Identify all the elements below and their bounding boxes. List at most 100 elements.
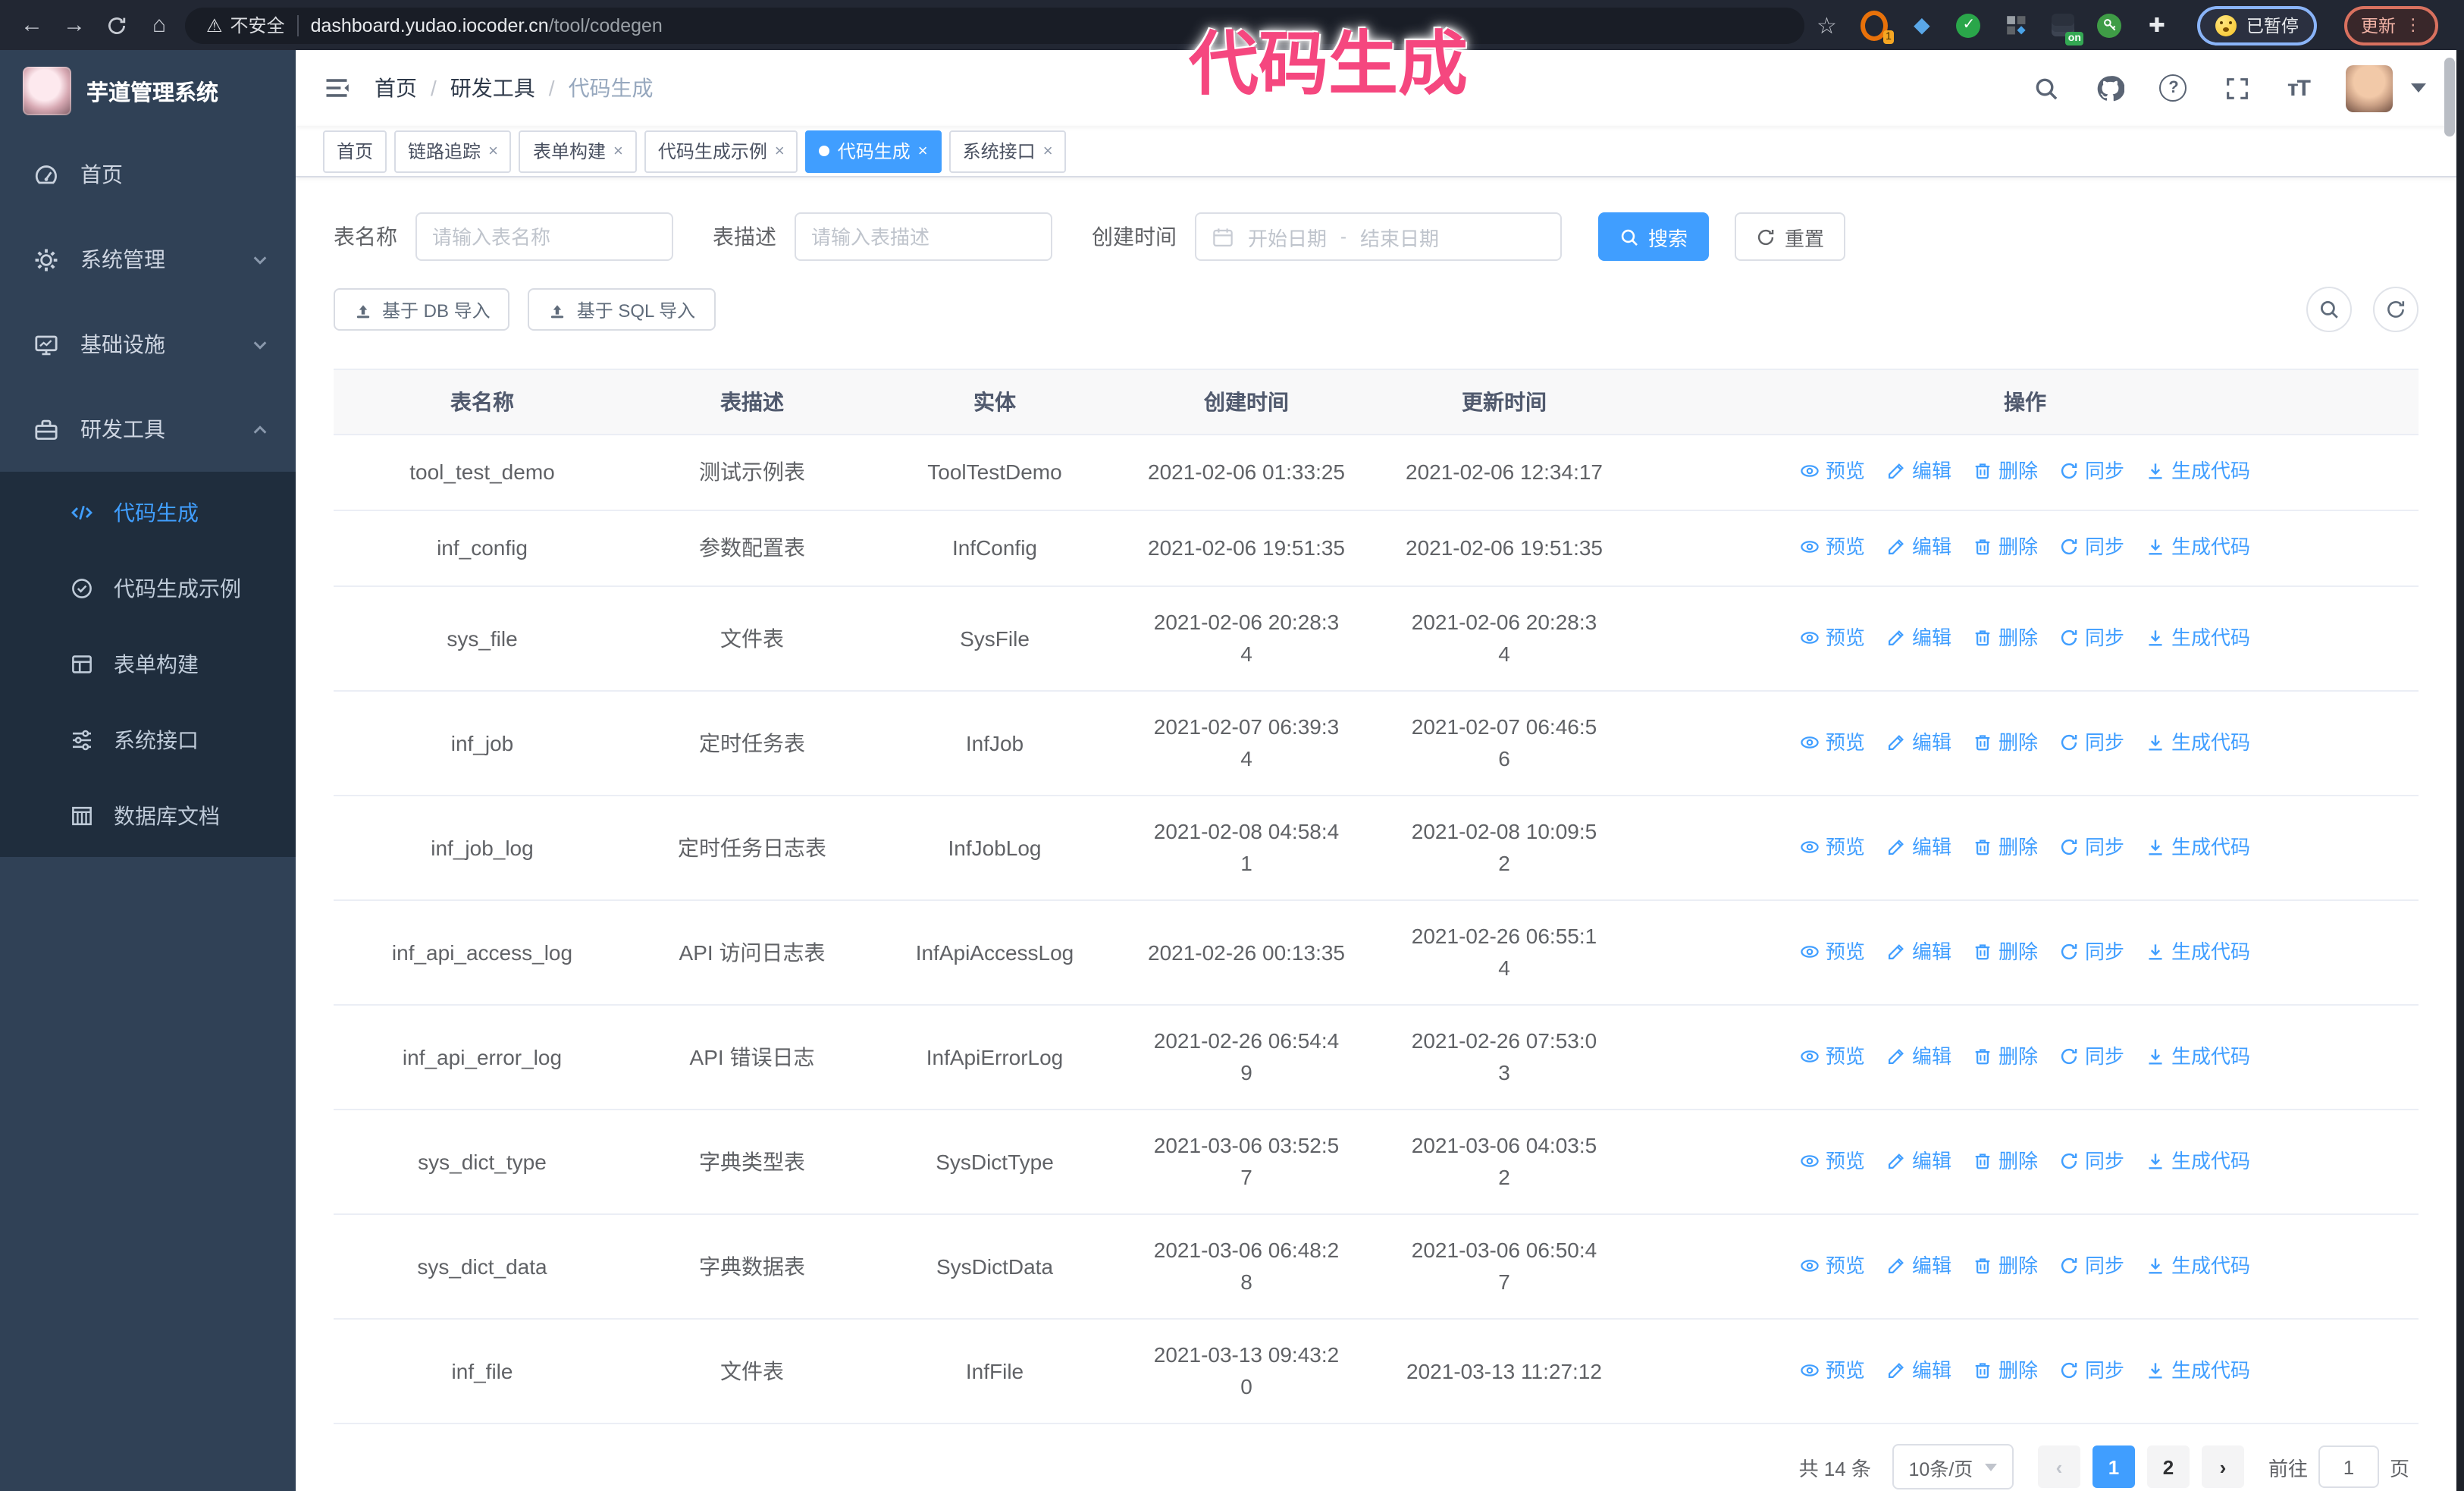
sidebar-item-codegen-example[interactable]: 代码生成示例 [0,551,296,626]
action-delete[interactable]: 删除 [1973,726,2038,758]
action-sync[interactable]: 同步 [2059,531,2124,563]
table-name-input[interactable] [415,212,673,261]
action-eye[interactable]: 预览 [1800,1040,1865,1072]
help-icon[interactable]: ? [2159,74,2187,102]
action-eye[interactable]: 预览 [1800,1249,1865,1281]
close-icon[interactable]: × [613,142,623,160]
search-button[interactable]: 搜索 [1598,212,1710,261]
action-edit[interactable]: 编辑 [1886,455,1951,487]
close-icon[interactable]: × [488,142,498,160]
action-edit[interactable]: 编辑 [1886,1249,1951,1281]
scrollbar-thumb[interactable] [2444,58,2455,137]
breadcrumb-home[interactable]: 首页 [375,73,417,103]
tab-codegen[interactable]: 代码生成 × [805,130,942,172]
action-edit[interactable]: 编辑 [1886,1144,1951,1176]
security-warning[interactable]: ⚠ 不安全 [206,12,285,38]
tab-codegen-example[interactable]: 代码生成示例 × [644,130,798,172]
url-text[interactable]: dashboard.yudao.iocoder.cn/tool/codegen [311,14,663,36]
back-icon[interactable]: ← [15,8,49,42]
next-page-button[interactable]: › [2201,1445,2244,1488]
action-download[interactable]: 生成代码 [2146,621,2250,653]
action-edit[interactable]: 编辑 [1886,830,1951,862]
tab-home[interactable]: 首页 [323,130,387,172]
sidebar-item-system-api[interactable]: 系统接口 [0,702,296,778]
browser-update-button[interactable]: 更新 ⋮ [2343,5,2438,45]
action-edit[interactable]: 编辑 [1886,726,1951,758]
action-eye[interactable]: 预览 [1800,726,1865,758]
action-sync[interactable]: 同步 [2059,1354,2124,1386]
address-bar[interactable]: ⚠ 不安全 dashboard.yudao.iocoder.cn/tool/co… [185,7,1804,43]
page-button-2[interactable]: 2 [2146,1445,2190,1488]
page-size-select[interactable]: 10条/页 [1892,1444,2014,1489]
action-delete[interactable]: 删除 [1973,1040,2038,1072]
action-sync[interactable]: 同步 [2059,726,2124,758]
action-edit[interactable]: 编辑 [1886,935,1951,967]
close-icon[interactable]: × [918,142,928,160]
sidebar-item-devtools[interactable]: 研发工具 [0,387,296,472]
ext-key-icon[interactable] [2096,11,2124,39]
ext-orange-icon[interactable]: 1 [1861,10,1895,43]
action-sync[interactable]: 同步 [2059,1040,2124,1072]
action-eye[interactable]: 预览 [1800,1354,1865,1386]
action-edit[interactable]: 编辑 [1886,621,1951,653]
reset-button[interactable]: 重置 [1735,212,1846,261]
action-eye[interactable]: 预览 [1800,830,1865,862]
home-icon[interactable]: ⌂ [143,8,176,42]
action-download[interactable]: 生成代码 [2146,1249,2250,1281]
action-delete[interactable]: 删除 [1973,531,2038,563]
action-download[interactable]: 生成代码 [2146,531,2250,563]
action-sync[interactable]: 同步 [2059,830,2124,862]
action-sync[interactable]: 同步 [2059,1249,2124,1281]
action-sync[interactable]: 同步 [2059,1144,2124,1176]
table-desc-input[interactable] [795,212,1052,261]
search-icon[interactable] [2033,74,2060,102]
ext-dark-on-icon[interactable]: on [2049,11,2084,45]
extension-paused-pill[interactable]: 已暂停 [2197,5,2317,45]
tab-system-api[interactable]: 系统接口 × [948,130,1067,172]
refresh-table-button[interactable] [2373,287,2419,332]
action-edit[interactable]: 编辑 [1886,1040,1951,1072]
action-sync[interactable]: 同步 [2059,621,2124,653]
close-icon[interactable]: × [775,142,785,160]
action-eye[interactable]: 预览 [1800,531,1865,563]
hamburger-icon[interactable] [323,74,350,102]
import-sql-button[interactable]: 基于 SQL 导入 [528,288,716,331]
action-delete[interactable]: 删除 [1973,1249,2038,1281]
action-edit[interactable]: 编辑 [1886,531,1951,563]
page-button-1[interactable]: 1 [2092,1445,2135,1488]
sidebar-item-form-builder[interactable]: 表单构建 [0,626,296,702]
ext-check-icon[interactable]: ✓ [1955,11,1983,39]
action-delete[interactable]: 删除 [1973,621,2038,653]
app-logo-row[interactable]: 芋道管理系统 [0,50,296,132]
font-size-icon[interactable]: тT [2287,75,2311,101]
github-icon[interactable] [2096,74,2124,102]
action-delete[interactable]: 删除 [1973,1354,2038,1386]
forward-icon[interactable]: → [58,8,91,42]
action-download[interactable]: 生成代码 [2146,1354,2250,1386]
avatar[interactable] [2346,64,2393,111]
bookmark-star-icon[interactable]: ☆ [1817,11,1837,39]
reload-icon[interactable] [100,8,133,42]
caret-down-icon[interactable] [2411,83,2426,93]
action-delete[interactable]: 删除 [1973,830,2038,862]
action-delete[interactable]: 删除 [1973,1144,2038,1176]
prev-page-button[interactable]: ‹ [2037,1445,2080,1488]
start-date-placeholder[interactable]: 开始日期 [1248,222,1327,251]
action-download[interactable]: 生成代码 [2146,1144,2250,1176]
action-delete[interactable]: 删除 [1973,935,2038,967]
toggle-search-button[interactable] [2306,287,2352,332]
tab-tracing[interactable]: 链路追踪 × [394,130,512,172]
action-eye[interactable]: 预览 [1800,455,1865,487]
action-download[interactable]: 生成代码 [2146,1040,2250,1072]
action-eye[interactable]: 预览 [1800,621,1865,653]
action-eye[interactable]: 预览 [1800,1144,1865,1176]
action-download[interactable]: 生成代码 [2146,455,2250,487]
sidebar-item-infra[interactable]: 基础设施 [0,302,296,387]
import-db-button[interactable]: 基于 DB 导入 [334,288,510,331]
action-sync[interactable]: 同步 [2059,455,2124,487]
action-download[interactable]: 生成代码 [2146,935,2250,967]
browser-menu-icon[interactable]: ⋮ [2405,15,2422,35]
action-delete[interactable]: 删除 [1973,455,2038,487]
breadcrumb-devtools[interactable]: 研发工具 [450,73,535,103]
sidebar-item-db-doc[interactable]: 数据库文档 [0,778,296,854]
